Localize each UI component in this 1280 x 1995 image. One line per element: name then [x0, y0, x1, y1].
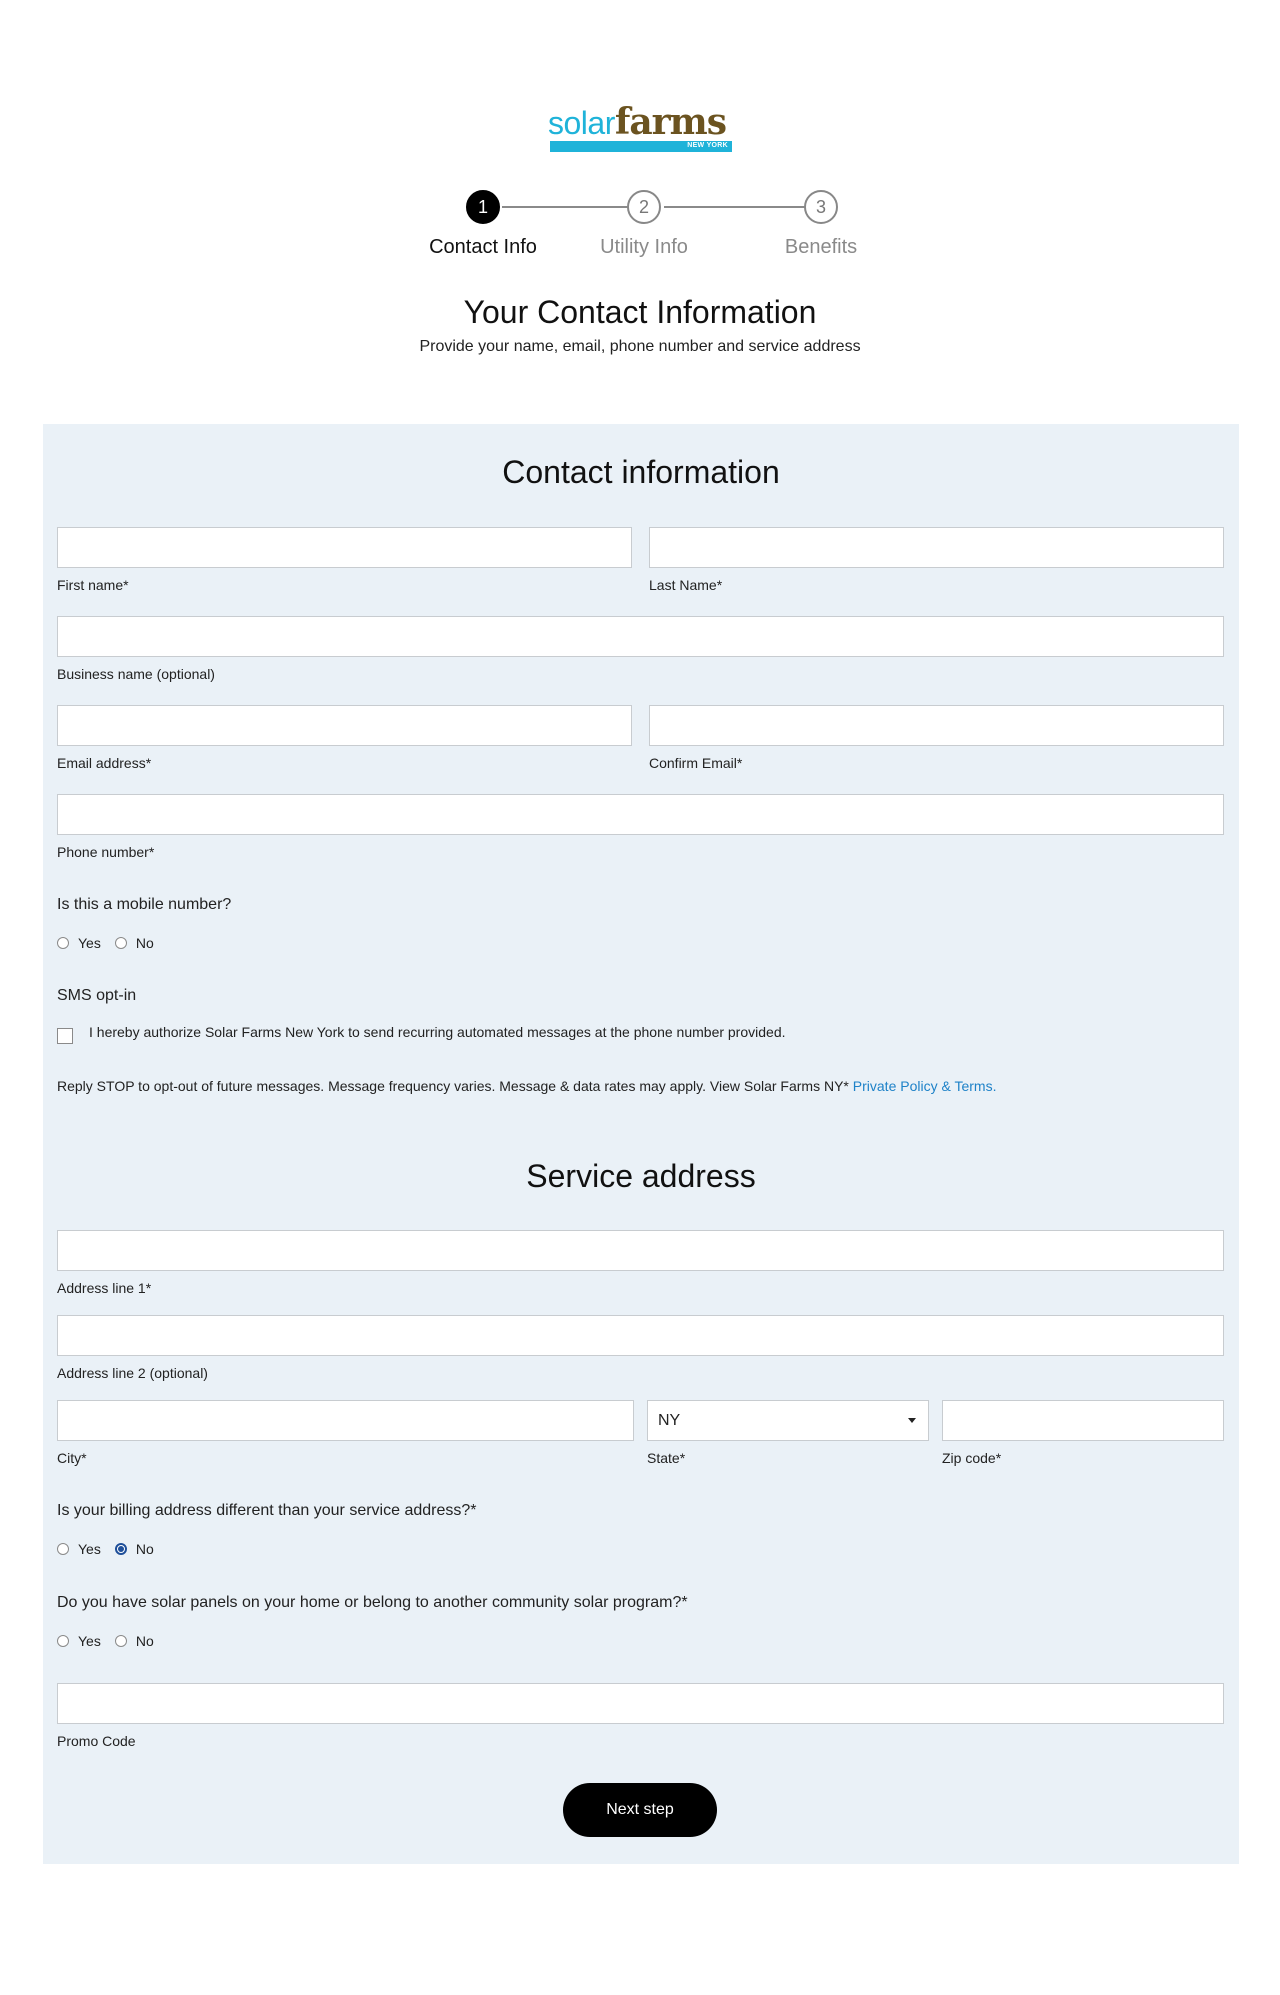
mobile-radio-group: Yes No — [57, 935, 168, 951]
solar-farms-logo: solarfarms NEW YORK — [548, 104, 734, 156]
city-label: City* — [57, 1450, 87, 1466]
phone-label: Phone number* — [57, 844, 155, 860]
form-panel: Contact information First name* Last Nam… — [43, 424, 1239, 1864]
billing-yes-label[interactable]: Yes — [78, 1541, 101, 1557]
sms-disclaimer-text: Reply STOP to opt-out of future messages… — [57, 1078, 849, 1094]
promo-code-input[interactable] — [57, 1683, 1224, 1724]
business-name-input[interactable] — [57, 616, 1224, 657]
solar-yes-label[interactable]: Yes — [78, 1633, 101, 1649]
promo-code-label: Promo Code — [57, 1733, 136, 1749]
logo-tagline: NEW YORK — [687, 142, 728, 149]
logo-bar: NEW YORK — [550, 141, 732, 152]
confirm-email-label: Confirm Email* — [649, 755, 743, 771]
address-line2-input[interactable] — [57, 1315, 1224, 1356]
solar-question: Do you have solar panels on your home or… — [57, 1594, 688, 1611]
solar-no-radio[interactable] — [114, 1635, 127, 1647]
billing-no-label[interactable]: No — [136, 1541, 154, 1557]
phone-input[interactable] — [57, 794, 1224, 835]
mobile-yes-label[interactable]: Yes — [78, 935, 101, 951]
service-section-title: Service address — [526, 1158, 756, 1194]
logo-farms-word: farms — [614, 101, 727, 143]
mobile-yes-radio[interactable] — [57, 937, 69, 949]
sms-disclaimer: Reply STOP to opt-out of future messages… — [57, 1078, 996, 1094]
mobile-no-radio[interactable] — [114, 937, 127, 949]
chevron-down-icon — [908, 1418, 916, 1423]
step-connector-1 — [502, 206, 630, 208]
page-title: Your Contact Information — [463, 294, 817, 330]
billing-yes-radio[interactable] — [57, 1543, 69, 1555]
zip-code-input[interactable] — [942, 1400, 1224, 1441]
step-3-label: Benefits — [784, 236, 858, 258]
step-3-indicator: 3 — [804, 190, 838, 224]
step-2-label: Utility Info — [600, 236, 688, 258]
page-subtitle: Provide your name, email, phone number a… — [419, 338, 861, 355]
next-step-button[interactable]: Next step — [563, 1783, 717, 1837]
email-input[interactable] — [57, 705, 632, 746]
step-1-indicator: 1 — [466, 190, 500, 224]
mobile-no-label[interactable]: No — [136, 935, 154, 951]
privacy-policy-link[interactable]: Private Policy & Terms. — [853, 1078, 997, 1094]
city-input[interactable] — [57, 1400, 634, 1441]
sms-consent-text[interactable]: I hereby authorize Solar Farms New York … — [89, 1024, 786, 1040]
sms-consent-checkbox[interactable] — [57, 1028, 73, 1044]
state-select[interactable]: NY — [647, 1400, 929, 1441]
address-line1-label: Address line 1* — [57, 1280, 152, 1296]
zip-code-label: Zip code* — [942, 1450, 1002, 1466]
step-connector-2 — [664, 206, 806, 208]
sms-optin-title: SMS opt-in — [57, 987, 137, 1004]
first-name-input[interactable] — [57, 527, 632, 568]
billing-question: Is your billing address different than y… — [57, 1502, 477, 1519]
address-line1-input[interactable] — [57, 1230, 1224, 1271]
state-selected-value: NY — [658, 1411, 681, 1429]
email-label: Email address* — [57, 755, 152, 771]
address-line2-label: Address line 2 (optional) — [57, 1365, 208, 1381]
billing-radio-group: Yes No — [57, 1541, 168, 1557]
confirm-email-input[interactable] — [649, 705, 1224, 746]
state-label: State* — [647, 1450, 686, 1466]
logo-solar-word: solar — [548, 105, 615, 141]
last-name-input[interactable] — [649, 527, 1224, 568]
mobile-question: Is this a mobile number? — [57, 896, 232, 913]
solar-no-label[interactable]: No — [136, 1633, 154, 1649]
contact-section-title: Contact information — [502, 454, 780, 490]
business-name-label: Business name (optional) — [57, 666, 215, 682]
first-name-label: First name* — [57, 577, 129, 593]
last-name-label: Last Name* — [649, 577, 723, 593]
solar-radio-group: Yes No — [57, 1633, 168, 1649]
billing-no-radio[interactable] — [114, 1543, 127, 1555]
step-2-indicator: 2 — [627, 190, 661, 224]
solar-yes-radio[interactable] — [57, 1635, 69, 1647]
step-1-label: Contact Info — [429, 236, 537, 258]
